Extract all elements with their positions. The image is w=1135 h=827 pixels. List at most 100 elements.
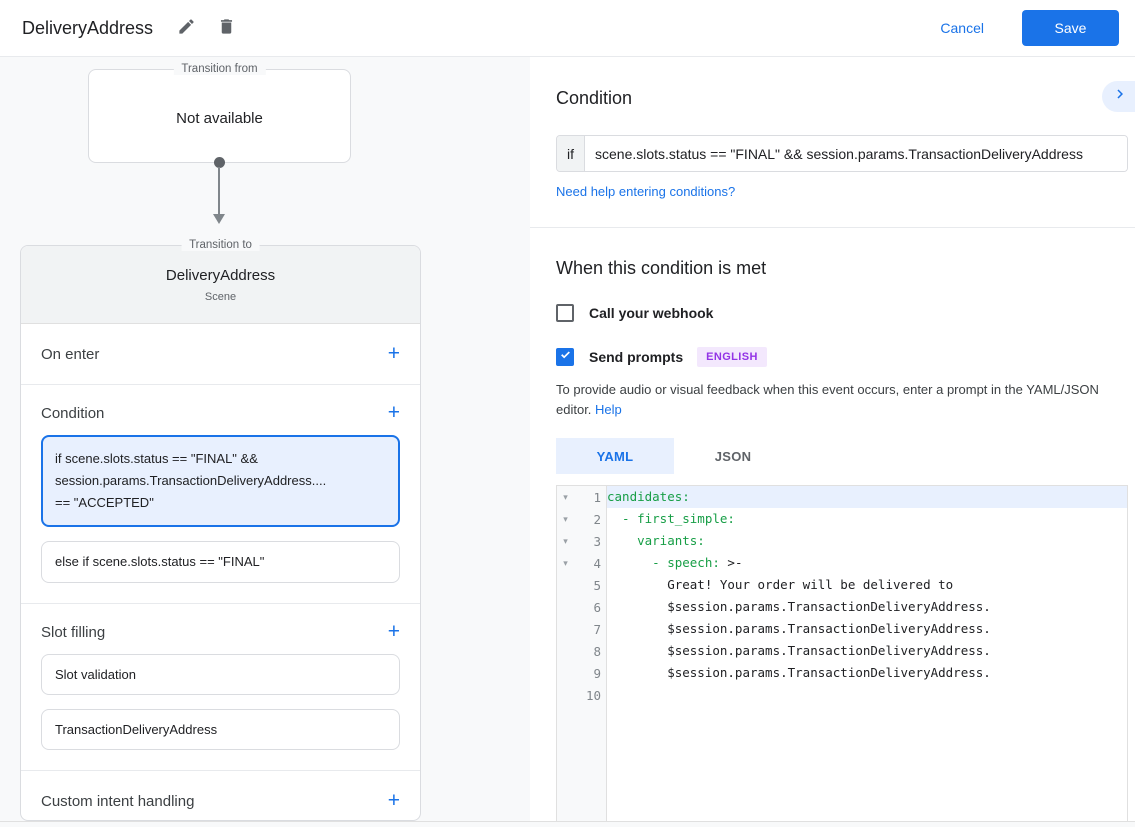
arrow-down-icon: [213, 214, 225, 224]
yaml-code-editor[interactable]: ▾ 1 candidates: ▾ 2 - first_simple: ▾ 3: [556, 485, 1128, 821]
code-line[interactable]: $session.params.TransactionDeliveryAddre…: [607, 618, 1127, 640]
editor-gutter: ▾ 1: [557, 486, 607, 508]
editor-gutter: 7: [557, 618, 607, 640]
pencil-icon: [177, 17, 196, 39]
editor-gutter: [557, 706, 607, 821]
section-divider: [530, 227, 1135, 228]
editor-line: 10: [557, 684, 1127, 706]
editor-line: 9 $session.params.TransactionDeliveryAdd…: [557, 662, 1127, 684]
editor-tabs: YAML JSON: [556, 438, 1135, 474]
save-button[interactable]: Save: [1022, 10, 1119, 46]
send-prompts-row: Send prompts ENGLISH: [556, 347, 1135, 367]
add-on-enter-button[interactable]: +: [388, 345, 400, 363]
line-number: 10: [574, 688, 606, 703]
code-line[interactable]: variants:: [607, 530, 1127, 552]
editor-line: 5 Great! Your order will be delivered to: [557, 574, 1127, 596]
editor-gutter: 6: [557, 596, 607, 618]
editor-line: 8 $session.params.TransactionDeliveryAdd…: [557, 640, 1127, 662]
custom-intent-section: Custom intent handling +: [21, 771, 420, 821]
fold-caret-icon[interactable]: ▾: [557, 536, 574, 547]
editor-line: ▾ 4 - speech: >-: [557, 552, 1127, 574]
editor-line: 7 $session.params.TransactionDeliveryAdd…: [557, 618, 1127, 640]
editor-filler: [557, 706, 1127, 821]
code-line[interactable]: candidates:: [607, 486, 1127, 508]
code-plain: Great! Your order will be delivered to: [607, 577, 953, 592]
collapse-panel-button[interactable]: [1102, 81, 1135, 112]
code-line[interactable]: $session.params.TransactionDeliveryAddre…: [607, 662, 1127, 684]
condition-help-link[interactable]: Need help entering conditions?: [556, 184, 735, 199]
tab-yaml[interactable]: YAML: [556, 438, 674, 474]
tab-json[interactable]: JSON: [674, 438, 792, 474]
code-line[interactable]: [607, 684, 1127, 706]
condition-heading: Condition: [556, 88, 1135, 109]
code-plain: $session.params.TransactionDeliveryAddre…: [607, 621, 991, 636]
condition-expression-row: if: [556, 135, 1128, 172]
fold-caret-icon[interactable]: ▾: [557, 558, 574, 569]
code-line[interactable]: $session.params.TransactionDeliveryAddre…: [607, 596, 1127, 618]
editor-gutter: 5: [557, 574, 607, 596]
scene-graph-pane: Transition from Not available Transition…: [0, 57, 530, 821]
code-plain: $session.params.TransactionDeliveryAddre…: [607, 599, 991, 614]
fold-caret-icon[interactable]: ▾: [557, 514, 574, 525]
line-number: 4: [574, 556, 606, 571]
editor-gutter: 9: [557, 662, 607, 684]
add-custom-intent-button[interactable]: +: [388, 792, 400, 810]
code-plain: $session.params.TransactionDeliveryAddre…: [607, 665, 991, 680]
code-plain: $session.params.TransactionDeliveryAddre…: [607, 643, 991, 658]
on-enter-label: On enter: [41, 346, 99, 363]
prompts-help-link[interactable]: Help: [595, 402, 622, 417]
editor-gutter: ▾ 2: [557, 508, 607, 530]
editor-gutter: 10: [557, 684, 607, 706]
line-number: 3: [574, 534, 606, 549]
editor-line: ▾ 3 variants:: [557, 530, 1127, 552]
fold-caret-icon[interactable]: ▾: [557, 492, 574, 503]
send-prompts-label[interactable]: Send prompts: [589, 349, 683, 365]
webhook-row: Call your webhook: [556, 304, 1135, 322]
condition-card[interactable]: else if scene.slots.status == "FINAL": [41, 541, 400, 583]
slot-card-delivery-address[interactable]: TransactionDeliveryAddress: [41, 709, 400, 750]
editor-line: 6 $session.params.TransactionDeliveryAdd…: [557, 596, 1127, 618]
edit-button[interactable]: [173, 15, 199, 41]
slot-filling-section: Slot filling + Slot validation Transacti…: [21, 604, 420, 771]
condition-card-selected[interactable]: if scene.slots.status == "FINAL" && sess…: [41, 435, 400, 527]
cancel-button[interactable]: Cancel: [940, 20, 984, 36]
line-number: 5: [574, 578, 606, 593]
code-line[interactable]: - first_simple:: [607, 508, 1127, 530]
line-number: 1: [574, 490, 606, 505]
send-prompts-checkbox[interactable]: [556, 348, 574, 366]
code-key: candidates:: [607, 489, 690, 504]
condition-expression-input[interactable]: [585, 136, 1127, 171]
main-content: Transition from Not available Transition…: [0, 57, 1135, 821]
slot-filling-label: Slot filling: [41, 624, 105, 641]
custom-intent-label: Custom intent handling: [41, 793, 194, 810]
add-slot-button[interactable]: +: [388, 623, 400, 641]
scene-type: Scene: [21, 291, 420, 303]
code-key: - speech:: [607, 555, 720, 570]
prompts-description: To provide audio or visual feedback when…: [556, 380, 1131, 420]
transition-to-panel: Transition to DeliveryAddress Scene On e…: [20, 245, 421, 821]
webhook-label[interactable]: Call your webhook: [589, 305, 713, 321]
check-icon: [559, 348, 572, 366]
editor-line: ▾ 2 - first_simple:: [557, 508, 1127, 530]
code-line[interactable]: - speech: >-: [607, 552, 1127, 574]
editor-line: ▾ 1 candidates:: [557, 486, 1127, 508]
transition-from-box: Transition from Not available: [88, 69, 351, 163]
code-line[interactable]: $session.params.TransactionDeliveryAddre…: [607, 640, 1127, 662]
scene-name: DeliveryAddress: [21, 267, 420, 284]
line-number: 6: [574, 600, 606, 615]
code-line[interactable]: Great! Your order will be delivered to: [607, 574, 1127, 596]
chevron-right-icon: [1111, 85, 1129, 108]
on-enter-section: On enter +: [21, 324, 420, 385]
editor-gutter: 8: [557, 640, 607, 662]
connector-line: [218, 167, 220, 215]
webhook-checkbox[interactable]: [556, 304, 574, 322]
when-met-heading: When this condition is met: [556, 258, 1135, 279]
editor-gutter: ▾ 3: [557, 530, 607, 552]
add-condition-button[interactable]: +: [388, 404, 400, 422]
line-number: 7: [574, 622, 606, 637]
line-number: 2: [574, 512, 606, 527]
slot-card-validation[interactable]: Slot validation: [41, 654, 400, 695]
editor-empty-area[interactable]: [607, 706, 1127, 821]
delete-button[interactable]: [213, 15, 239, 41]
scene-header: DeliveryAddress Scene: [21, 246, 420, 324]
